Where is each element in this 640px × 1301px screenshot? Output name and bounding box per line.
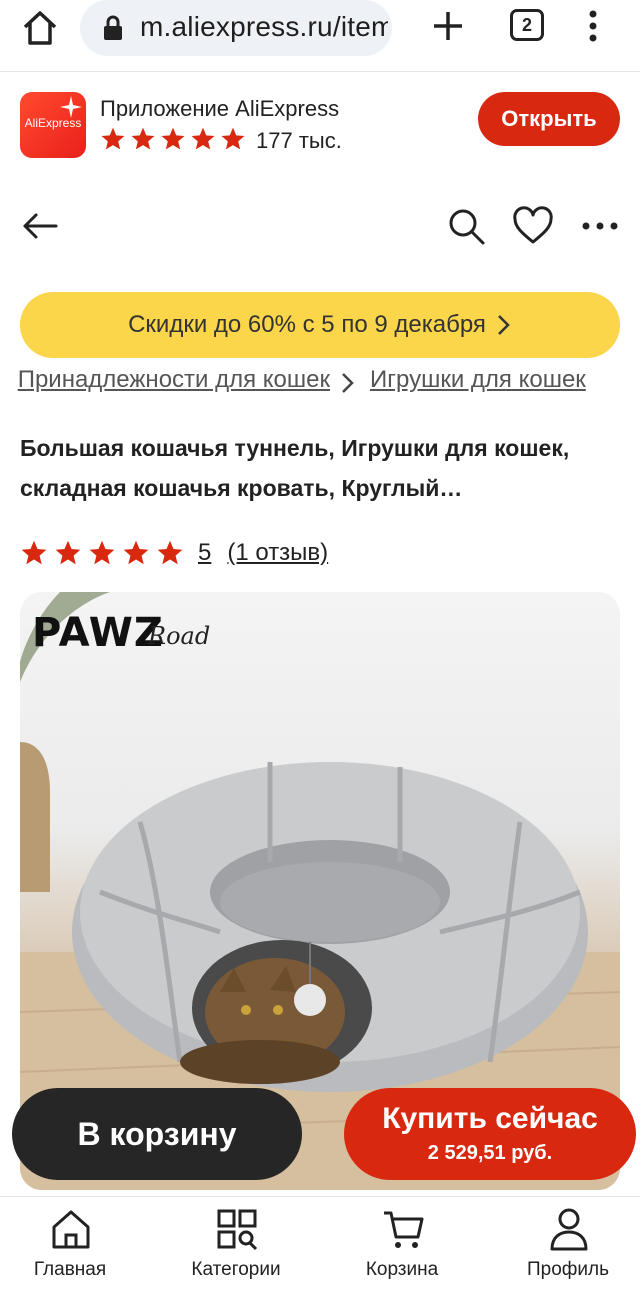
- heart-icon[interactable]: [512, 206, 554, 246]
- star-icon: [221, 127, 245, 150]
- home-icon[interactable]: [20, 8, 60, 48]
- star-icon: [101, 127, 125, 150]
- star-icon: [191, 127, 215, 150]
- browser-toolbar: m.aliexpress.ru/item 2: [0, 0, 640, 72]
- kebab-menu-icon[interactable]: [578, 6, 608, 46]
- rating-value[interactable]: 5: [198, 539, 211, 567]
- tabs-count-button[interactable]: 2: [510, 9, 544, 41]
- page-header: [0, 190, 640, 260]
- chevron-right-icon: [342, 373, 354, 393]
- aliexpress-app-logo: AliExpress: [20, 92, 86, 158]
- lock-icon: [102, 15, 124, 41]
- app-rating-stars: [100, 126, 246, 154]
- app-name: Приложение AliExpress: [100, 96, 340, 121]
- breadcrumb-link-cat-supplies[interactable]: Принадлежности для кошек: [18, 366, 330, 394]
- home-outline-icon: [52, 1210, 90, 1249]
- nav-item-cart[interactable]: Корзина: [332, 1203, 472, 1293]
- star-icon: [157, 540, 183, 565]
- promo-banner[interactable]: Скидки до 60% с 5 по 9 декабря: [20, 292, 620, 358]
- nav-label-cart: Корзина: [365, 1259, 439, 1280]
- nav-label-profile: Профиль: [526, 1259, 610, 1280]
- brand-logo: PAWZ: [32, 610, 164, 656]
- breadcrumb: Принадлежности для кошек Игрушки для кош…: [0, 366, 640, 400]
- app-rating-count: 177 тыс.: [256, 128, 342, 153]
- plus-icon[interactable]: [428, 6, 468, 46]
- url-text: m.aliexpress.ru/item: [140, 11, 388, 42]
- buy-now-price: 2 529,51 руб.: [427, 1142, 553, 1164]
- brand-logo-sub: Road: [148, 622, 211, 650]
- buy-now-button[interactable]: Купить сейчас 2 529,51 руб.: [344, 1088, 636, 1180]
- back-arrow-icon[interactable]: [20, 206, 60, 246]
- nav-item-profile[interactable]: Профиль: [498, 1203, 638, 1293]
- cart-icon: [384, 1211, 424, 1248]
- star-icon: [55, 540, 81, 565]
- nav-label-categories: Категории: [191, 1259, 281, 1280]
- breadcrumb-link-cat-toys[interactable]: Игрушки для кошек: [370, 366, 586, 394]
- nav-item-categories[interactable]: Категории: [166, 1203, 306, 1293]
- search-icon[interactable]: [446, 206, 486, 246]
- nav-label-home: Главная: [33, 1259, 107, 1280]
- app-install-banner: AliExpress Приложение AliExpress 177 тыс…: [0, 74, 640, 168]
- buy-now-label: Купить сейчас: [382, 1102, 598, 1135]
- promo-text: Скидки до 60% с 5 по 9 декабря: [128, 311, 486, 338]
- more-icon[interactable]: [580, 206, 620, 246]
- reviews-link[interactable]: (1 отзыв): [227, 539, 328, 567]
- chevron-right-icon: [498, 315, 510, 335]
- bottom-navigation: Главная Категории Корзина Профиль: [0, 1196, 640, 1301]
- address-bar[interactable]: m.aliexpress.ru/item: [80, 0, 392, 56]
- nav-item-home[interactable]: Главная: [0, 1203, 140, 1293]
- product-title: Большая кошачья туннель, Игрушки для кош…: [20, 435, 570, 501]
- add-to-cart-button[interactable]: В корзину: [12, 1088, 302, 1180]
- star-icon: [21, 540, 47, 565]
- star-icon: [161, 127, 185, 150]
- star-icon: [89, 540, 115, 565]
- open-app-button[interactable]: Открыть: [478, 92, 620, 146]
- rating-stars: [20, 539, 184, 567]
- profile-icon: [550, 1208, 588, 1251]
- categories-icon: [217, 1209, 258, 1251]
- star-icon: [123, 540, 149, 565]
- product-rating: 5 (1 отзыв): [20, 536, 328, 570]
- star-icon: [131, 127, 155, 150]
